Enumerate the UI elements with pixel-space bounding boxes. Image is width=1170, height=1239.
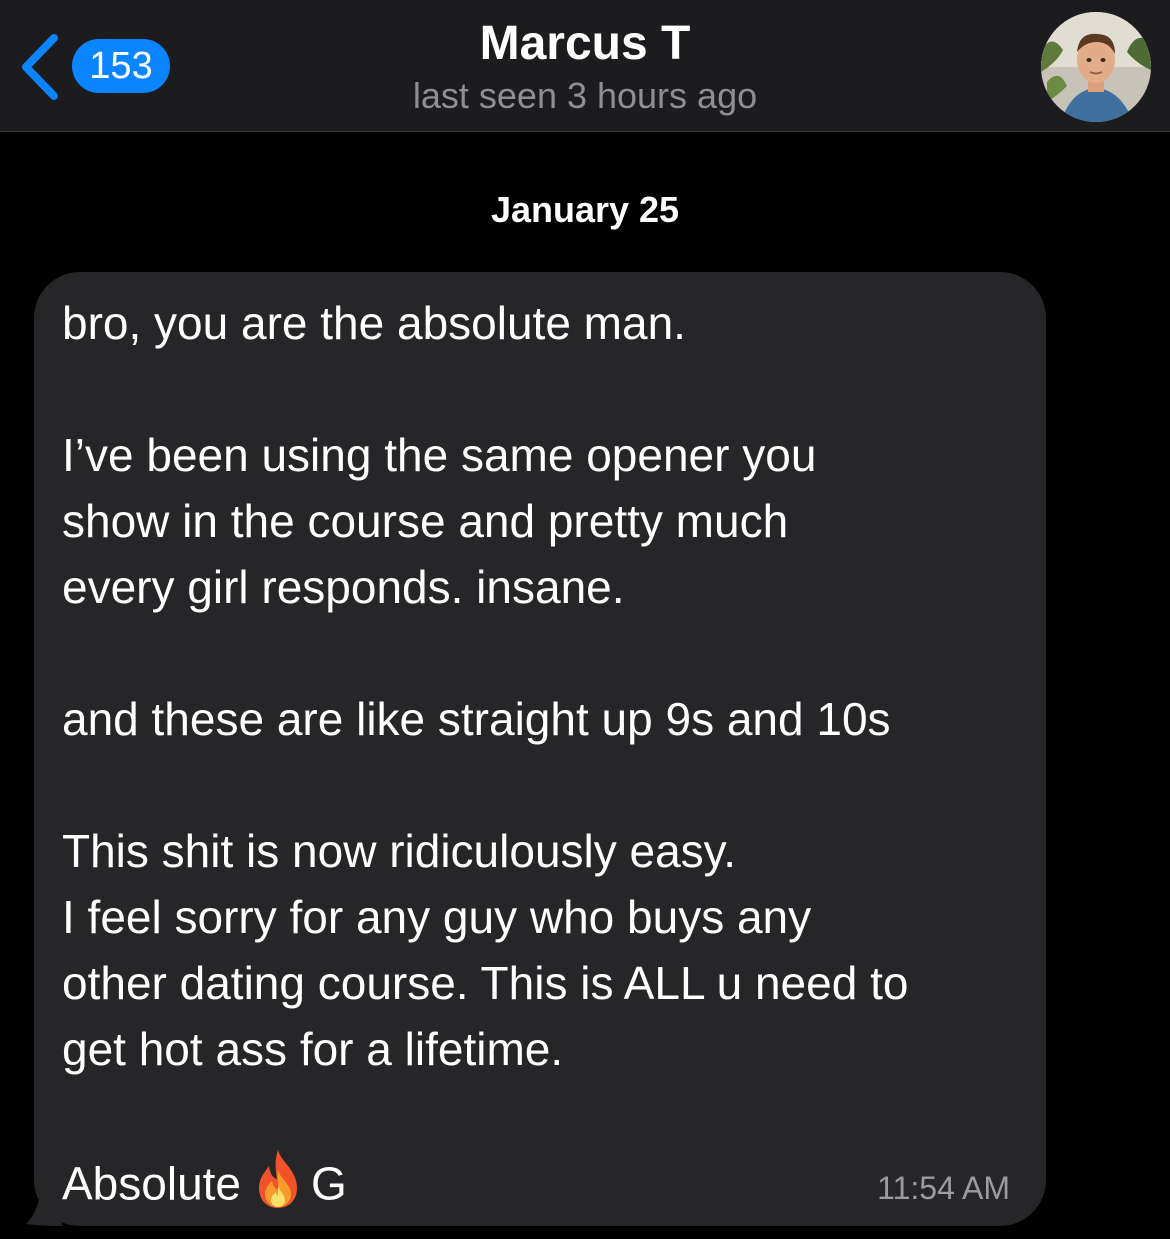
message-paragraph: I’ve been using the same opener you show… [62, 429, 817, 613]
chat-header: 153 Marcus T last seen 3 hours ago [0, 0, 1170, 132]
message-timestamp: 11:54 AM [877, 1170, 1010, 1206]
message-paragraph: This shit is now ridiculously easy. I fe… [62, 825, 909, 1075]
avatar[interactable] [1041, 12, 1151, 122]
avatar-photo [1041, 12, 1151, 122]
chat-title-block[interactable]: Marcus T last seen 3 hours ago [285, 14, 885, 118]
message-paragraph: bro, you are the absolute man. [62, 297, 686, 349]
chevron-left-icon [22, 34, 58, 100]
message-text: Absolute [62, 1157, 242, 1210]
message-text: G [311, 1157, 347, 1210]
unread-count-badge: 153 [72, 39, 170, 93]
back-button[interactable]: 153 [18, 34, 178, 100]
last-seen-status: last seen 3 hours ago [412, 75, 758, 116]
contact-name: Marcus T [479, 17, 691, 70]
message-paragraph: and these are like straight up 9s and 10… [62, 693, 891, 745]
date-separator: January 25 [490, 189, 680, 230]
message-bubble[interactable]: bro, you are the absolute man. I’ve been… [34, 272, 1046, 1226]
fire-icon [253, 1148, 303, 1227]
